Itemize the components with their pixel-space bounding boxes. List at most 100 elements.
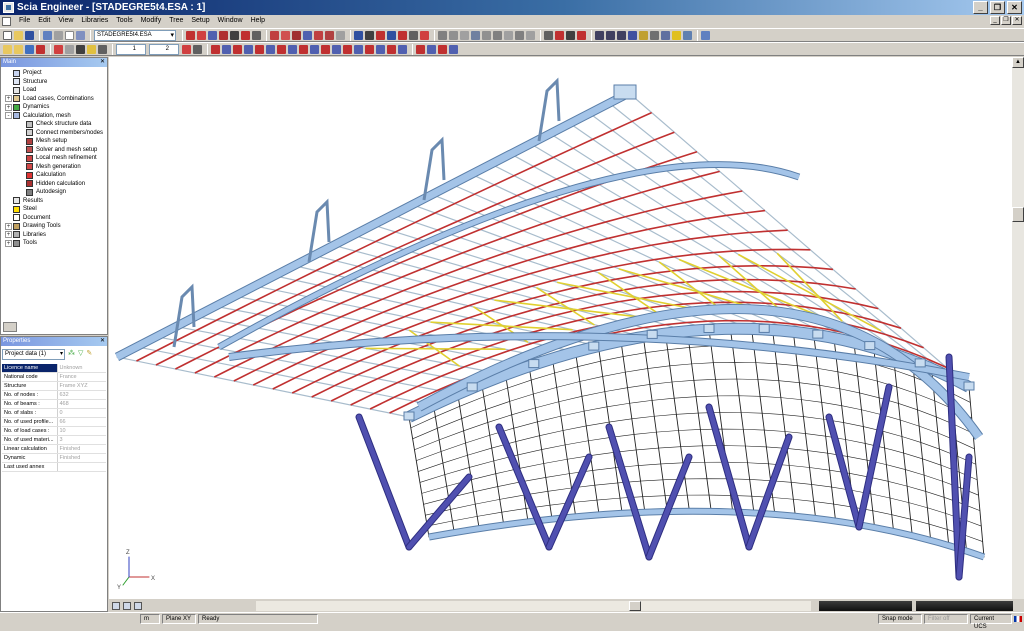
structure-3d-view[interactable]: X Y Z [109,57,1012,599]
load-icon[interactable] [241,30,250,40]
layers-icon[interactable] [54,44,63,54]
check-3-icon[interactable] [438,44,447,54]
tree-item[interactable]: Document [1,214,107,223]
panel-close-icon[interactable]: ✕ [100,58,105,67]
picture-icon[interactable] [526,30,535,40]
redo-icon[interactable] [54,30,63,40]
menu-tools[interactable]: Tools [112,15,136,27]
save-icon[interactable] [25,30,34,40]
property-value[interactable]: 66 [57,417,106,428]
pan-icon[interactable] [650,30,659,40]
expander-icon[interactable]: + [5,103,12,111]
property-row[interactable]: No. of slabs :0 [2,408,106,419]
measure-icon[interactable] [376,30,385,40]
window-tile-icon[interactable] [701,30,710,40]
menu-setup[interactable]: Setup [187,15,213,27]
material-icon[interactable] [36,44,45,54]
property-value[interactable] [57,462,106,473]
doc-minimize-button[interactable]: _ [990,16,1000,25]
result-13-icon[interactable] [343,44,352,54]
tree-item[interactable]: Load [1,86,107,95]
result-10-icon[interactable] [310,44,319,54]
tree-item[interactable]: Hidden calculation [1,180,107,189]
property-value[interactable]: France [57,372,106,383]
zoom-all-icon[interactable] [595,30,604,40]
check-1-icon[interactable] [416,44,425,54]
property-value[interactable]: Finished [57,453,106,464]
tree-item[interactable]: Mesh generation [1,163,107,172]
tree-tab[interactable] [3,322,17,332]
local-axes-icon[interactable] [555,30,564,40]
file-selector-combo[interactable]: STADEGRE5t4.ESA [94,29,176,41]
tree-item[interactable]: Mesh setup [1,137,107,146]
menu-edit[interactable]: Edit [34,15,54,27]
support-icon[interactable] [219,30,228,40]
zoom-in-icon[interactable] [606,30,615,40]
menu-libraries[interactable]: Libraries [77,15,112,27]
result-2-icon[interactable] [222,44,231,54]
tree-item[interactable]: + Tools [1,239,107,248]
result-18-icon[interactable] [398,44,407,54]
tree-item[interactable]: + Load cases, Combinations [1,95,107,104]
trim-icon[interactable] [336,30,345,40]
check-2-icon[interactable] [427,44,436,54]
open-icon[interactable] [14,30,23,40]
property-value[interactable]: Frame XYZ [57,381,106,392]
tree-item[interactable]: + Drawing Tools [1,222,107,231]
array-icon[interactable] [325,30,334,40]
beam-icon[interactable] [197,30,206,40]
expander-icon[interactable]: + [5,222,12,230]
horizontal-scrollbar[interactable] [256,601,811,611]
property-value[interactable]: Unknown [57,364,106,374]
result-5-icon[interactable] [255,44,264,54]
open-project-icon[interactable] [3,44,12,54]
property-value[interactable]: 3 [57,435,106,446]
rotate-icon[interactable] [292,30,301,40]
property-row[interactable]: No. of used materi... 3 [2,435,106,446]
grid-icon[interactable] [252,30,261,40]
tree-item[interactable]: Calculation [1,171,107,180]
view-icon-2[interactable] [123,602,131,610]
orbit-icon[interactable] [661,30,670,40]
info-icon[interactable] [683,30,692,40]
menu-view[interactable]: View [54,15,77,27]
property-row[interactable]: Licence name Unknown [2,364,106,374]
clipboard-icon[interactable] [98,44,107,54]
result-6-icon[interactable] [266,44,275,54]
result-14-icon[interactable] [354,44,363,54]
document-icon[interactable] [2,16,11,26]
result-11-icon[interactable] [321,44,330,54]
tree-item[interactable]: Local mesh refinement [1,154,107,163]
light-icon[interactable] [672,30,681,40]
result-7-icon[interactable] [277,44,286,54]
minimize-button[interactable]: _ [973,1,988,14]
labels-icon[interactable] [544,30,553,40]
menu-help[interactable]: Help [247,15,269,27]
cut-icon[interactable] [76,44,85,54]
member-icon[interactable] [208,30,217,40]
render-icon[interactable] [438,30,447,40]
result-9-icon[interactable] [299,44,308,54]
select-icon[interactable] [398,30,407,40]
tree-item[interactable]: Project [1,69,107,78]
property-row[interactable]: Structure Frame XYZ [2,381,106,392]
undo-icon[interactable] [43,30,52,40]
property-value[interactable]: 10 [57,426,106,437]
status-snap[interactable]: Snap mode [878,614,922,624]
scroll-thumb[interactable] [1012,207,1024,222]
property-row[interactable]: Dynamic Finished [2,453,106,464]
vertical-scrollbar[interactable]: ▲ [1012,57,1024,599]
tree-item[interactable]: - Calculation, mesh [1,112,107,121]
property-value[interactable]: Finished [57,444,106,455]
paste-icon[interactable] [87,44,96,54]
scale-icon[interactable] [314,30,323,40]
node-icon[interactable] [186,30,195,40]
tree-item[interactable]: Structure [1,78,107,87]
status-filter[interactable]: Filter off [924,614,968,624]
wireframe-icon[interactable] [449,30,458,40]
expander-icon[interactable]: + [5,95,12,103]
tree-item[interactable]: Results [1,197,107,206]
result-8-icon[interactable] [288,44,297,54]
snap-icon[interactable] [354,30,363,40]
status-ucs[interactable]: Current UCS [970,614,1012,630]
